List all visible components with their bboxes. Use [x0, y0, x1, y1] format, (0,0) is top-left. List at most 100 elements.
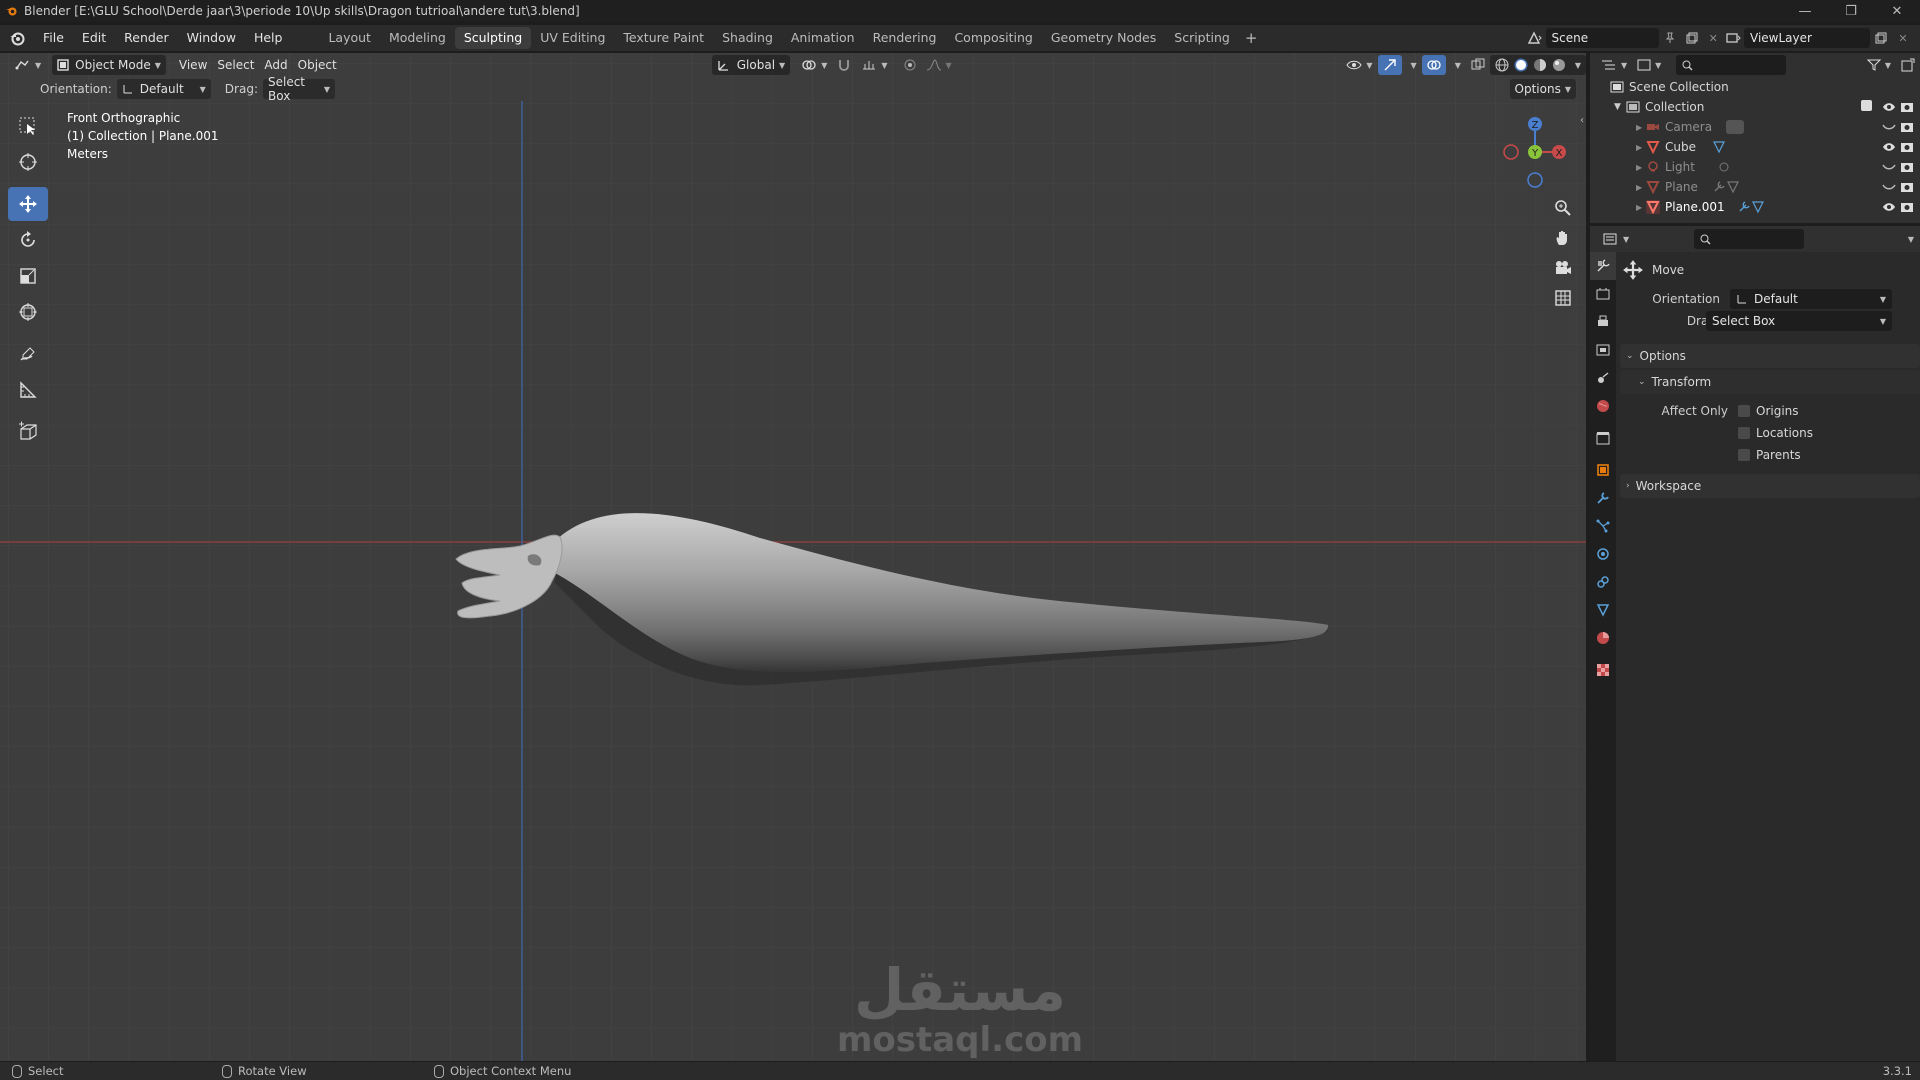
expand-arrow-icon[interactable]: ▶	[1636, 123, 1646, 132]
delete-viewlayer-icon[interactable]: ✕	[1892, 28, 1914, 48]
navigation-gizmo[interactable]: Z X Y	[1490, 107, 1580, 197]
viewlayer-name-field[interactable]: ViewLayer	[1744, 28, 1870, 48]
eye-icon[interactable]	[1882, 140, 1896, 154]
overlays-dropdown[interactable]: ▼	[1446, 55, 1466, 75]
camera-view-button[interactable]	[1548, 253, 1578, 283]
pan-button[interactable]	[1548, 223, 1578, 253]
outliner-item-camera[interactable]: ▶ Camera	[1590, 117, 1920, 137]
move-tool[interactable]	[8, 187, 48, 221]
eye-closed-icon[interactable]	[1882, 160, 1896, 174]
menu-window[interactable]: Window	[178, 25, 245, 51]
sidebar-toggle-icon[interactable]: ‹	[1580, 115, 1584, 126]
object-mode-dropdown[interactable]: Object Mode ▼	[52, 55, 166, 75]
outliner-item-light[interactable]: ▶ Light	[1590, 157, 1920, 177]
viewlayer-browse-icon[interactable]	[1722, 28, 1744, 48]
overlays-toggle-icon[interactable]	[1421, 55, 1446, 75]
add-cube-tool[interactable]	[8, 415, 48, 449]
tab-shading[interactable]: Shading	[713, 27, 782, 49]
eye-icon[interactable]	[1882, 100, 1896, 114]
transform-section-header[interactable]: ⌄ Transform	[1620, 370, 1920, 394]
expand-arrow-icon[interactable]: ▶	[1636, 143, 1646, 152]
menu-select[interactable]: Select	[212, 55, 259, 75]
menu-render[interactable]: Render	[115, 25, 178, 51]
gizmo-toggle-icon[interactable]	[1377, 55, 1402, 75]
filter-icon[interactable]: ▼	[1862, 55, 1896, 75]
locations-checkbox[interactable]	[1738, 427, 1750, 439]
visibility-selectability-icon[interactable]: ▼	[1341, 55, 1377, 75]
blender-menu-icon[interactable]	[0, 25, 34, 51]
outliner-search-field[interactable]	[1676, 55, 1787, 75]
drag-dropdown[interactable]: Select Box ▼	[262, 75, 335, 103]
tab-compositing[interactable]: Compositing	[945, 27, 1041, 49]
scene-name-field[interactable]: Scene	[1545, 28, 1660, 48]
eye-closed-icon[interactable]	[1882, 180, 1896, 194]
render-camera-icon[interactable]	[1900, 100, 1914, 114]
snap-toggle-icon[interactable]	[832, 55, 856, 75]
wireframe-shading-icon[interactable]	[1495, 58, 1509, 72]
tab-modeling[interactable]: Modeling	[380, 27, 455, 49]
tab-scene[interactable]	[1590, 364, 1616, 392]
tab-render[interactable]	[1590, 280, 1616, 308]
rendered-shading-icon[interactable]	[1552, 58, 1566, 72]
tab-animation[interactable]: Animation	[782, 27, 864, 49]
properties-editor-type-icon[interactable]: ▼	[1598, 229, 1634, 249]
tab-output[interactable]	[1590, 308, 1616, 336]
tab-view-layer[interactable]	[1590, 336, 1616, 364]
cursor-tool[interactable]	[8, 145, 48, 179]
collection-row[interactable]: ▼ Collection	[1590, 97, 1920, 117]
tab-modifiers[interactable]	[1590, 484, 1616, 512]
scale-tool[interactable]	[8, 259, 48, 293]
transform-orientation-dropdown[interactable]: Global ▼	[711, 55, 791, 75]
editor-type-icon[interactable]: ▼	[10, 55, 46, 75]
pin-icon[interactable]	[1659, 28, 1681, 48]
tab-uv-editing[interactable]: UV Editing	[531, 27, 614, 49]
tab-particles[interactable]	[1590, 512, 1616, 540]
maximize-button[interactable]: ❐	[1828, 0, 1874, 22]
tab-constraints[interactable]	[1590, 568, 1616, 596]
tab-texture[interactable]	[1590, 656, 1616, 684]
tab-physics[interactable]	[1590, 540, 1616, 568]
proportional-edit-icon[interactable]	[899, 55, 921, 75]
solid-shading-icon[interactable]	[1514, 58, 1528, 72]
properties-search-field[interactable]	[1694, 229, 1805, 249]
zoom-button[interactable]	[1548, 193, 1578, 223]
origins-checkbox[interactable]	[1738, 405, 1750, 417]
outliner-item-plane[interactable]: ▶ Plane	[1590, 177, 1920, 197]
falloff-curve-icon[interactable]: ▼	[921, 55, 957, 75]
tab-texture-paint[interactable]: Texture Paint	[614, 27, 713, 49]
new-viewlayer-icon[interactable]	[1870, 28, 1892, 48]
parents-checkbox[interactable]	[1738, 449, 1750, 461]
orientation-dropdown[interactable]: Default ▼	[116, 79, 211, 99]
menu-edit[interactable]: Edit	[73, 25, 115, 51]
render-camera-icon[interactable]	[1900, 160, 1914, 174]
menu-file[interactable]: File	[34, 25, 73, 51]
tab-sculpting[interactable]: Sculpting	[454, 27, 532, 49]
drag-prop-dropdown[interactable]: Select Box ▼	[1706, 311, 1892, 331]
snap-target-icon[interactable]: ▼	[856, 55, 892, 75]
select-box-tool[interactable]	[8, 109, 48, 143]
render-camera-icon[interactable]	[1900, 140, 1914, 154]
menu-view[interactable]: View	[174, 55, 212, 75]
options-dropdown[interactable]: Options ▼	[1509, 79, 1576, 99]
new-collection-icon[interactable]	[1896, 55, 1920, 75]
collection-exclude-checkbox[interactable]	[1861, 100, 1872, 111]
expand-arrow-icon[interactable]: ▶	[1636, 203, 1646, 212]
expand-arrow-icon[interactable]: ▶	[1636, 163, 1646, 172]
gizmo-neg-x-axis[interactable]	[1503, 144, 1519, 160]
tab-material[interactable]	[1590, 624, 1616, 652]
collection-expand-icon[interactable]: ▼	[1614, 102, 1626, 112]
tab-data[interactable]	[1590, 596, 1616, 624]
tab-layout[interactable]: Layout	[319, 27, 380, 49]
annotate-tool[interactable]	[8, 337, 48, 371]
3d-viewport[interactable]: ▼ Object Mode ▼ View Select Add Object Gl…	[0, 53, 1586, 1061]
eye-icon[interactable]	[1882, 200, 1896, 214]
workspace-section-header[interactable]: › Workspace	[1620, 474, 1920, 498]
delete-scene-icon[interactable]: ✕	[1702, 28, 1724, 48]
render-camera-icon[interactable]	[1900, 120, 1914, 134]
render-camera-icon[interactable]	[1900, 180, 1914, 194]
measure-tool[interactable]	[8, 373, 48, 407]
outliner-editor-type-icon[interactable]: ▼	[1596, 55, 1632, 75]
perspective-toggle-button[interactable]	[1548, 283, 1578, 313]
gizmo-neg-z-axis[interactable]	[1527, 172, 1543, 188]
gizmo-dropdown[interactable]: ▼	[1402, 55, 1422, 75]
